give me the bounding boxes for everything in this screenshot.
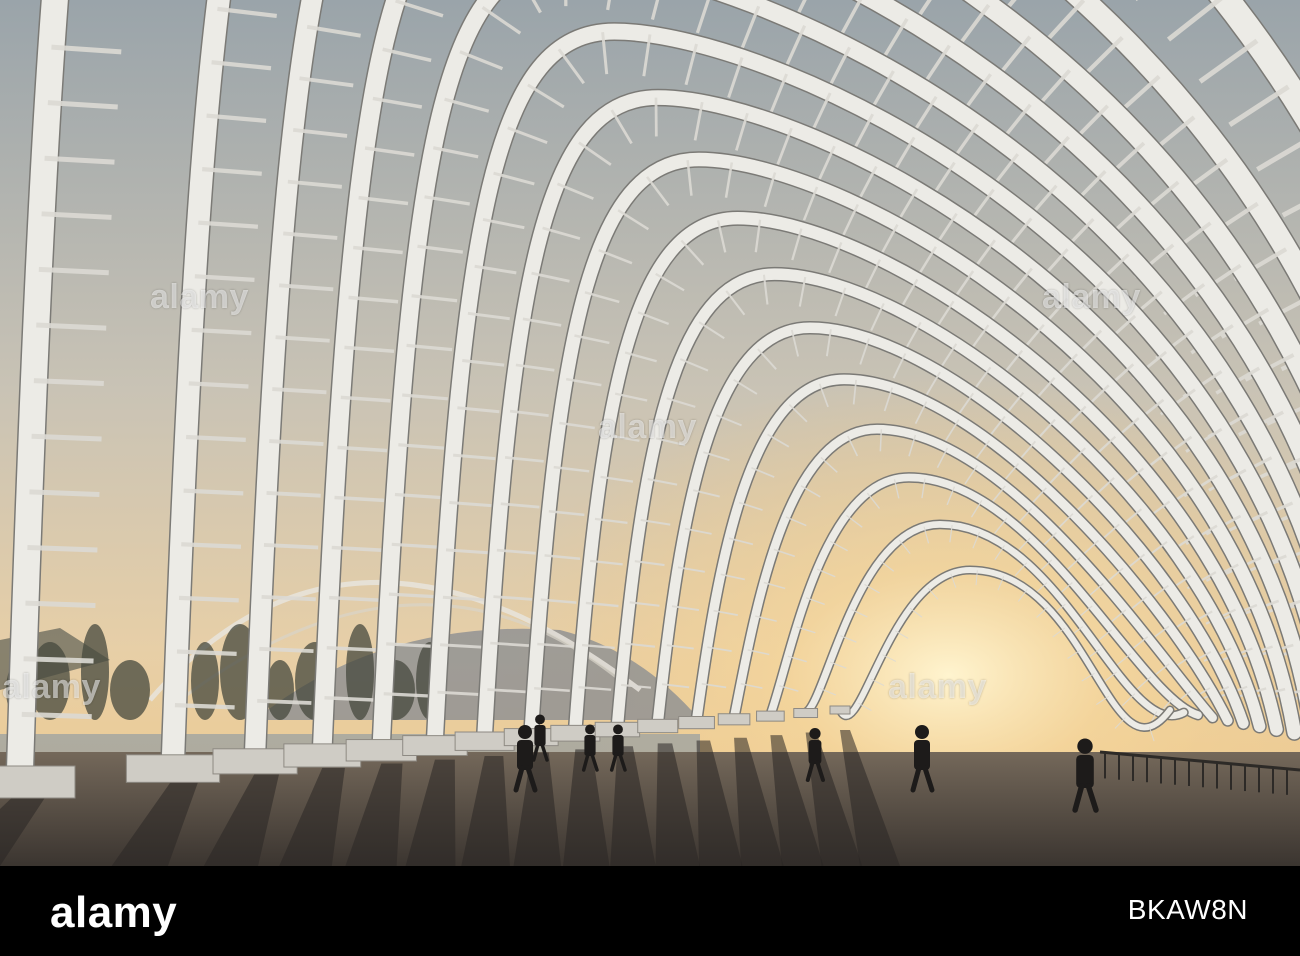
arch-louver [261,594,316,602]
arch-base [829,705,851,715]
arch-base [0,765,76,799]
arch-louver [181,542,242,549]
arch-louver [21,711,92,720]
arch-louver [263,542,319,550]
arch-base [717,713,751,726]
watermark-right: alamy [888,668,987,706]
arch-louver [383,692,430,698]
arch-louver [27,544,98,553]
arch-louver [174,703,235,710]
brand-logo[interactable]: alamy [50,888,177,938]
arch-louver [23,656,94,664]
tree [110,660,150,720]
arch-base [125,754,221,783]
watermark-center: alamy [598,408,697,446]
watermark-top: alamy [150,278,249,316]
arch-louver [183,488,244,496]
tree [346,624,374,720]
arch-louver [33,378,104,387]
photo-frame: alamy alamy alamy alamy alamy alamy BKAW… [0,0,1300,956]
arch-louver [31,433,102,442]
arch-louver [259,646,314,654]
arch-louver [25,600,96,609]
arch-louver [324,696,375,702]
arch-louver [36,322,107,331]
arch-louver [257,698,312,705]
watermark-top-right: alamy [1042,278,1141,316]
footer-bar: alamy BKAW8N [0,866,1300,956]
arch-base [678,715,715,730]
arch-louver [326,645,377,652]
arch-louver [266,491,321,498]
arch-base [637,718,679,734]
arch-louver [29,489,100,497]
watermark-left: alamy [2,668,101,706]
image-id: BKAW8N [1127,894,1248,925]
arch-louver [329,595,379,602]
arch-louver [178,595,239,603]
arch-louver [38,266,109,276]
arch-louver [176,649,237,656]
arch-louver [185,434,246,443]
tree [266,660,294,720]
arch-base [756,710,785,722]
arch-louver [879,429,883,452]
arch-base [793,708,819,719]
